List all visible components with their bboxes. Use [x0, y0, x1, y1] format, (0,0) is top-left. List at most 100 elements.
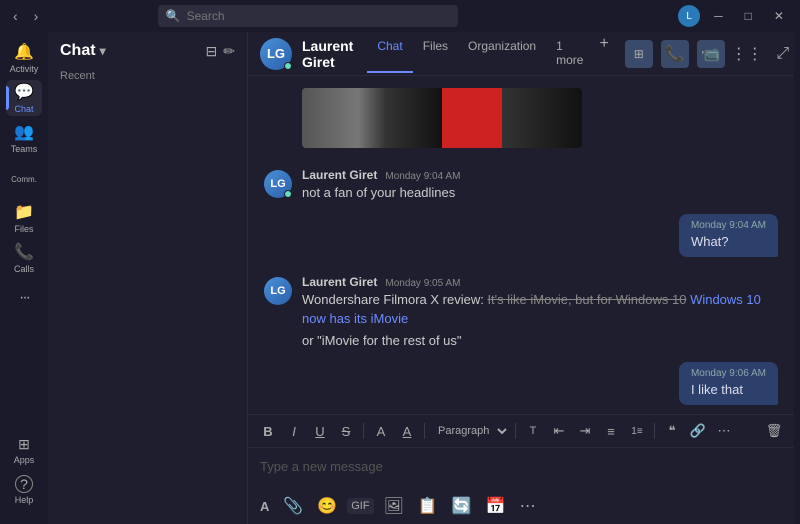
- msg-second-line: or "iMovie for the rest of us": [302, 332, 778, 350]
- toolbar-separator: [515, 423, 516, 439]
- tab-more[interactable]: 1 more: [546, 35, 593, 73]
- tab-files[interactable]: Files: [413, 35, 458, 73]
- files-label: Files: [14, 224, 33, 234]
- activity-icon: 🔔: [14, 42, 34, 62]
- bubble-text: What?: [691, 233, 766, 251]
- minimize-button[interactable]: ─: [706, 7, 731, 25]
- message-group: LG Laurent Giret Monday 9:04 AM not a fa…: [264, 168, 778, 202]
- link-button[interactable]: 🔗: [686, 419, 710, 443]
- font-highlight-button[interactable]: A: [395, 419, 419, 443]
- sidebar-item-chat[interactable]: 💬 Chat: [6, 80, 42, 116]
- message-group: LG Laurent Giret Monday 9:05 AM Wondersh…: [264, 275, 778, 350]
- more-actions-button[interactable]: ⋮⋮: [733, 40, 761, 68]
- calls-icon: 📞: [14, 242, 34, 262]
- strikethrough-button[interactable]: S: [334, 419, 358, 443]
- more-format-button[interactable]: ⋯: [712, 419, 736, 443]
- forward-button[interactable]: ›: [29, 6, 44, 26]
- meet-icon[interactable]: 📋: [414, 492, 442, 520]
- sidebar-item-teams[interactable]: 👥 Teams: [6, 120, 42, 156]
- msg-avatar: LG: [264, 170, 292, 198]
- strikethrough-text: It's like iMovie, but for Windows 10: [487, 292, 686, 307]
- teams-icon: 👥: [14, 122, 34, 142]
- schedule-icon[interactable]: 📅: [482, 492, 510, 520]
- msg-text: not a fan of your headlines: [302, 184, 778, 202]
- msg-meta: Laurent Giret Monday 9:05 AM: [302, 275, 778, 289]
- search-icon: 🔍: [166, 9, 181, 23]
- compose-input-area[interactable]: Type a new message: [248, 448, 794, 488]
- paragraph-select[interactable]: Paragraph Heading 1 Heading 2: [430, 422, 510, 440]
- left-panel: Chat ▾ ⊟ ✏ Recent: [48, 32, 248, 524]
- font-size-button[interactable]: T: [521, 419, 545, 443]
- panel-title-text: Chat: [60, 42, 96, 60]
- compose-area: B I U S A A Paragraph Heading 1 Heading …: [248, 414, 794, 524]
- tab-organization[interactable]: Organization: [458, 35, 546, 73]
- bubble-time: Monday 9:06 AM: [691, 368, 766, 379]
- bold-button[interactable]: B: [256, 419, 280, 443]
- left-panel-header: Chat ▾ ⊟ ✏: [48, 32, 247, 66]
- image-content: [302, 88, 582, 148]
- title-bar: ‹ › 🔍 L ─ □ ✕: [0, 0, 800, 32]
- expand-button[interactable]: ⤢: [769, 40, 794, 68]
- contact-name: Laurent Giret: [302, 38, 353, 70]
- close-button[interactable]: ✕: [766, 7, 792, 25]
- sticker-icon[interactable]: 🖼: [380, 492, 408, 520]
- sidebar-item-help[interactable]: ? Help: [6, 472, 42, 508]
- far-sidebar: 🔔 Activity 💬 Chat 👥 Teams Comm. 📁 Files …: [0, 32, 48, 524]
- msg-avatar: LG: [264, 277, 292, 305]
- chat-header: LG Laurent Giret Chat Files Organization…: [248, 32, 794, 76]
- compose-placeholder: Type a new message: [260, 459, 383, 474]
- indent-button[interactable]: ⇤: [547, 419, 571, 443]
- outdent-button[interactable]: ⇥: [573, 419, 597, 443]
- messages-container[interactable]: LG Laurent Giret Monday 9:04 AM not a fa…: [248, 76, 794, 414]
- sidebar-item-apps[interactable]: ⊞ Apps: [6, 432, 42, 468]
- clear-button[interactable]: 🗑: [762, 419, 786, 443]
- apps-label: Apps: [14, 455, 35, 465]
- toolbar-separator: [654, 423, 655, 439]
- loop-icon[interactable]: 🔄: [448, 492, 476, 520]
- user-avatar: L: [678, 5, 700, 27]
- search-input[interactable]: [187, 9, 450, 23]
- italic-button[interactable]: I: [282, 419, 306, 443]
- chat-tabs: Chat Files Organization 1 more +: [367, 35, 614, 73]
- communities-label: Comm.: [11, 175, 37, 184]
- sidebar-item-files[interactable]: 📁 Files: [6, 200, 42, 236]
- maximize-button[interactable]: □: [737, 7, 760, 25]
- add-tab-button[interactable]: +: [593, 35, 614, 73]
- giphy-icon[interactable]: GIF: [347, 498, 373, 514]
- msg-timestamp: Monday 9:04 AM: [385, 171, 460, 182]
- attach-icon[interactable]: 📎: [279, 492, 307, 520]
- video-call-button[interactable]: 📹: [697, 40, 725, 68]
- panel-title-chevron[interactable]: ▾: [100, 44, 106, 58]
- sidebar-item-calls[interactable]: 📞 Calls: [6, 240, 42, 276]
- sidebar-item-more[interactable]: ···: [6, 280, 42, 316]
- ordered-list-button[interactable]: 1≡: [625, 419, 649, 443]
- teams-label: Teams: [11, 144, 38, 154]
- underline-button[interactable]: U: [308, 419, 332, 443]
- quote-button[interactable]: ❝: [660, 419, 684, 443]
- files-icon: 📁: [14, 202, 34, 222]
- status-dot: [284, 62, 292, 70]
- font-color-button[interactable]: A: [369, 419, 393, 443]
- more-compose-icon[interactable]: ⋯: [516, 492, 540, 520]
- emoji-icon[interactable]: 😊: [313, 492, 341, 520]
- search-bar[interactable]: 🔍: [158, 5, 458, 27]
- new-chat-icon[interactable]: ✏: [223, 43, 235, 60]
- activity-label: Activity: [10, 64, 39, 74]
- compose-bottom-bar: A 📎 😊 GIF 🖼 📋 🔄 📅 ⋯: [248, 488, 794, 524]
- group-call-button[interactable]: ⊞: [625, 40, 653, 68]
- compose-toolbar: B I U S A A Paragraph Heading 1 Heading …: [248, 415, 794, 448]
- calls-label: Calls: [14, 264, 34, 274]
- audio-call-button[interactable]: 📞: [661, 40, 689, 68]
- back-button[interactable]: ‹: [8, 6, 23, 26]
- format-icon[interactable]: A: [256, 495, 273, 518]
- filter-icon[interactable]: ⊟: [206, 43, 218, 60]
- sent-bubble: Monday 9:04 AM What?: [679, 214, 778, 257]
- bullet-list-button[interactable]: ≡: [599, 419, 623, 443]
- sent-bubble: Monday 9:06 AM I like that: [679, 362, 778, 405]
- left-panel-title: Chat ▾: [60, 42, 106, 60]
- sent-message-group: Monday 9:06 AM I like that: [264, 362, 778, 413]
- sidebar-item-activity[interactable]: 🔔 Activity: [6, 40, 42, 76]
- tab-chat[interactable]: Chat: [367, 35, 412, 73]
- sidebar-item-communities[interactable]: Comm.: [6, 160, 42, 196]
- bubble-time: Monday 9:04 AM: [691, 220, 766, 231]
